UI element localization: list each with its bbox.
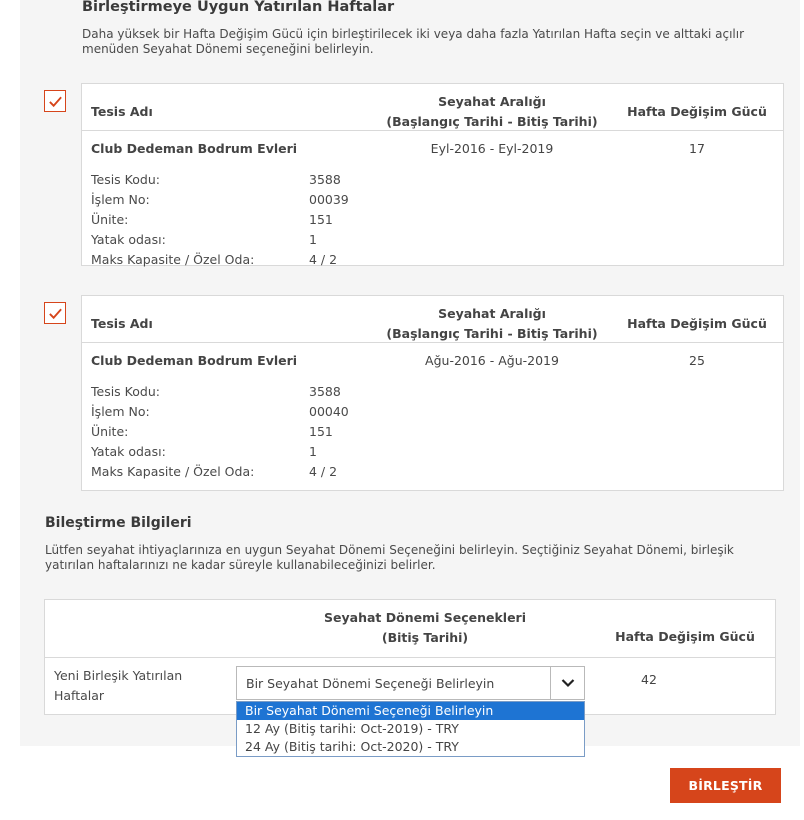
facility-name: Club Dedeman Bodrum Evleri [91, 353, 298, 368]
option-placeholder[interactable]: Bir Seyahat Dönemi Seçeneği Belirleyin [237, 702, 584, 720]
facility-name: Club Dedeman Bodrum Evleri [91, 141, 298, 156]
week-checkbox-2[interactable] [44, 302, 66, 324]
detail-label: Tesis Kodu: [91, 172, 160, 187]
detail-label: Yatak odası: [91, 444, 166, 459]
travel-period-select[interactable]: Bir Seyahat Dönemi Seçeneği Belirleyin [236, 666, 585, 700]
header-travel-range: Seyahat Aralığı (Başlangıç Tarihi - Biti… [372, 296, 612, 344]
option-12-months[interactable]: 12 Ay (Bitiş tarihi: Oct-2019) - TRY [237, 720, 584, 738]
header-travel-period: Seyahat Dönemi Seçenekleri (Bitiş Tarihi… [270, 608, 580, 648]
section-heading: Birleştirmeye Uygun Yatırılan Haftalar [82, 0, 395, 15]
detail-value: 00040 [309, 404, 349, 419]
detail-label: İşlem No: [91, 192, 150, 207]
select-value: Bir Seyahat Dönemi Seçeneği Belirleyin [246, 676, 495, 691]
header-travel-range: Seyahat Aralığı (Başlangıç Tarihi - Biti… [372, 84, 612, 132]
checkmark-icon [48, 308, 62, 319]
week-checkbox-1[interactable] [44, 90, 66, 112]
exchange-power-value: 17 [689, 141, 705, 156]
detail-value: 151 [309, 212, 333, 227]
select-arrow[interactable] [550, 667, 584, 699]
combine-title: Bileştirme Bilgileri [45, 515, 192, 531]
detail-value: 3588 [309, 384, 341, 399]
detail-value: 1 [309, 444, 317, 459]
detail-label: Maks Kapasite / Özel Oda: [91, 464, 255, 479]
week-card-header: Tesis Adı Seyahat Aralığı (Başlangıç Tar… [82, 296, 783, 343]
week-card-1: Tesis Adı Seyahat Aralığı (Başlangıç Tar… [81, 83, 784, 267]
detail-value: 00039 [309, 192, 349, 207]
detail-value: 4 / 2 [309, 464, 338, 479]
header-exchange-power: Hafta Değişim Gücü [627, 316, 767, 331]
travel-range-value: Eyl-2016 - Eyl-2019 [430, 141, 554, 156]
week-card-header: Tesis Adı Seyahat Aralığı (Başlangıç Tar… [82, 84, 783, 131]
detail-value: 3588 [309, 172, 341, 187]
detail-label: İşlem No: [91, 404, 150, 419]
header-range-line1: Seyahat Aralığı [438, 306, 546, 321]
header-facility: Tesis Adı [91, 316, 153, 331]
detail-value: 4 / 2 [309, 252, 338, 267]
header-range-line2: (Başlangıç Tarihi - Bitiş Tarihi) [386, 326, 598, 341]
header-range-line1: Seyahat Aralığı [438, 94, 546, 109]
combine-description: Lütfen seyahat ihtiyaçlarınıza en uygun … [45, 543, 734, 572]
detail-label: Ünite: [91, 212, 129, 227]
checkmark-icon [48, 96, 62, 107]
option-24-months[interactable]: 24 Ay (Bitiş tarihi: Oct-2020) - TRY [237, 738, 584, 756]
header-exchange-power: Hafta Değişim Gücü [627, 104, 767, 119]
combined-weeks-label: Yeni Birleşik Yatırılan Haftalar [54, 668, 183, 703]
detail-label: Maks Kapasite / Özel Oda: [91, 252, 255, 267]
detail-label: Tesis Kodu: [91, 384, 160, 399]
section-intro: Daha yüksek bir Hafta Değişim Gücü için … [82, 27, 745, 56]
detail-label: Ünite: [91, 424, 129, 439]
detail-value: 1 [309, 232, 317, 247]
detail-value: 151 [309, 424, 333, 439]
week-card-2: Tesis Adı Seyahat Aralığı (Başlangıç Tar… [81, 295, 784, 491]
header-exchange-power: Hafta Değişim Gücü [615, 629, 755, 644]
exchange-power-value: 25 [689, 353, 705, 368]
combine-button[interactable]: BİRLEŞTİR [670, 768, 781, 803]
header-period-line2: (Bitiş Tarihi) [381, 630, 469, 645]
combined-power-value: 42 [641, 672, 657, 687]
combine-table-header: Seyahat Dönemi Seçenekleri (Bitiş Tarihi… [45, 600, 775, 658]
header-range-line2: (Başlangıç Tarihi - Bitiş Tarihi) [386, 114, 598, 129]
header-period-line1: Seyahat Dönemi Seçenekleri [324, 610, 526, 625]
travel-period-options: Bir Seyahat Dönemi Seçeneği Belirleyin 1… [236, 701, 585, 757]
chevron-down-icon [561, 679, 574, 688]
header-facility: Tesis Adı [91, 104, 153, 119]
detail-label: Yatak odası: [91, 232, 166, 247]
travel-range-value: Ağu-2016 - Ağu-2019 [425, 353, 559, 368]
